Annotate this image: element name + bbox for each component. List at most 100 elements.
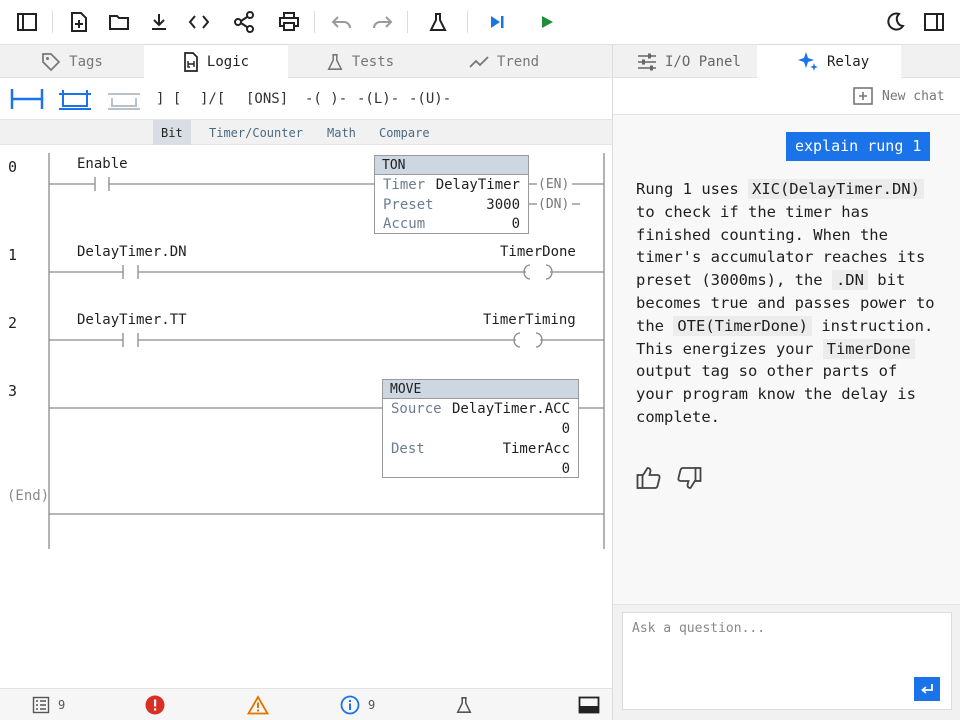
sparkle-icon (797, 51, 819, 73)
user-message: explain rung 1 (786, 132, 931, 161)
undo-icon[interactable] (327, 8, 357, 36)
tab-label: Relay (827, 53, 870, 70)
ton-title: TON (375, 156, 528, 175)
info-status[interactable]: 9 (340, 694, 375, 716)
tab-tests[interactable]: Tests (288, 45, 432, 78)
print-icon[interactable] (274, 8, 304, 36)
ladder-editor: 0 1 2 3 (End) Enable DelayTimer.DN Timer… (0, 145, 613, 688)
move-source-label: Source (391, 401, 442, 417)
rung-icon[interactable] (10, 86, 44, 112)
branch-icon[interactable] (58, 86, 92, 112)
flask-icon (455, 696, 473, 714)
editor-tabs: Tags Logic Tests Trend (0, 45, 613, 78)
tests-status[interactable] (455, 694, 473, 716)
bottom-panel-icon (578, 696, 600, 714)
flask-icon[interactable] (423, 8, 453, 36)
flask-icon (326, 53, 344, 71)
error-icon (145, 695, 165, 715)
tab-trend[interactable]: Trend (432, 45, 576, 78)
list-status[interactable]: 9 (32, 694, 65, 716)
tab-label: Logic (206, 53, 250, 70)
tab-relay[interactable]: Relay (757, 45, 901, 78)
new-chat-label: New chat (882, 88, 945, 104)
ton-dn-pin: (DN) (538, 197, 570, 212)
bottom-panel-toggle[interactable] (578, 694, 600, 716)
rung-number: 2 (8, 314, 18, 332)
info-icon (340, 695, 360, 715)
tab-label: I/O Panel (665, 53, 741, 70)
contact-tag[interactable]: Enable (77, 156, 128, 172)
ton-accum-value: 0 (511, 216, 520, 232)
open-folder-icon[interactable] (104, 8, 134, 36)
list-icon (32, 696, 50, 714)
xio-button[interactable]: ]/[ (200, 86, 225, 112)
send-button[interactable] (914, 677, 940, 701)
tab-label: Trend (496, 53, 540, 70)
otl-button[interactable]: -(L)- (357, 86, 399, 112)
category-tabs: Bit Timer/Counter Math Compare (0, 119, 613, 145)
move-dest-label: Dest (391, 441, 425, 457)
tab-logic[interactable]: Logic (144, 45, 288, 78)
step-icon[interactable] (482, 8, 512, 36)
error-status[interactable] (145, 694, 165, 716)
sidebar-toggle-icon[interactable] (12, 8, 42, 36)
code-icon[interactable] (184, 8, 214, 36)
xic-button[interactable]: ] [ (156, 86, 181, 112)
info-count: 9 (368, 698, 376, 712)
ton-block[interactable]: TON Timer DelayTimer Preset 3000 Accum 0 (374, 155, 529, 234)
rung-number: 3 (8, 382, 18, 400)
coil-tag[interactable]: TimerTiming (483, 312, 576, 328)
new-chat-button[interactable]: New chat (852, 84, 945, 108)
trend-icon (469, 55, 489, 69)
thumbs-up-icon[interactable] (636, 466, 662, 492)
rung-number: 0 (8, 158, 18, 176)
tab-label: Tests (351, 53, 395, 70)
top-toolbar (0, 0, 960, 45)
ton-timer-value: DelayTimer (435, 177, 520, 193)
tab-tags[interactable]: Tags (0, 45, 144, 78)
otu-button[interactable]: -(U)- (409, 86, 451, 112)
category-bit[interactable]: Bit (153, 120, 191, 145)
download-icon[interactable] (144, 8, 174, 36)
warning-status[interactable] (247, 694, 269, 716)
ton-timer-label: Timer (383, 177, 426, 193)
branch-level-icon[interactable] (107, 86, 141, 112)
tab-label: Tags (69, 53, 103, 70)
rung-number: 1 (8, 246, 18, 264)
status-bar: 9 9 (0, 688, 613, 720)
dark-mode-icon[interactable] (880, 8, 910, 36)
ton-accum-label: Accum (383, 216, 426, 232)
chat-input[interactable] (622, 612, 952, 710)
new-file-icon[interactable] (64, 8, 94, 36)
category-compare[interactable]: Compare (371, 120, 438, 145)
sliders-icon (637, 53, 657, 71)
run-icon[interactable] (532, 8, 562, 36)
redo-icon[interactable] (367, 8, 397, 36)
instruction-palette: ] [ ]/[ [ONS] -( )- -(L)- -(U)- (0, 78, 613, 119)
contact-tag[interactable]: DelayTimer.TT (77, 312, 187, 328)
warning-icon (247, 695, 269, 715)
move-block[interactable]: MOVE Source DelayTimer.ACC 0 Dest TimerA… (382, 379, 579, 478)
ton-preset-value: 3000 (486, 197, 520, 213)
coil-tag[interactable]: TimerDone (500, 244, 576, 260)
move-source-num: 0 (561, 421, 570, 437)
contact-tag[interactable]: DelayTimer.DN (77, 244, 187, 260)
move-dest-value: TimerAcc (502, 441, 570, 457)
panel-toggle-icon[interactable] (919, 8, 949, 36)
ote-button[interactable]: -( )- (305, 86, 347, 112)
tab-io-panel[interactable]: I/O Panel (637, 45, 757, 78)
side-panel-tabs: I/O Panel Relay (613, 45, 960, 78)
category-math[interactable]: Math (319, 120, 364, 145)
tag-icon (41, 52, 61, 72)
enter-icon (920, 683, 934, 695)
new-chat-icon (852, 86, 874, 106)
logic-file-icon (183, 51, 199, 72)
ons-button[interactable]: [ONS] (246, 86, 288, 112)
share-icon[interactable] (229, 8, 259, 36)
category-timer-counter[interactable]: Timer/Counter (201, 120, 311, 145)
move-title: MOVE (383, 380, 578, 399)
move-dest-num: 0 (561, 461, 570, 477)
thumbs-down-icon[interactable] (676, 466, 702, 492)
list-count: 9 (58, 698, 66, 712)
ton-en-pin: (EN) (538, 177, 570, 192)
